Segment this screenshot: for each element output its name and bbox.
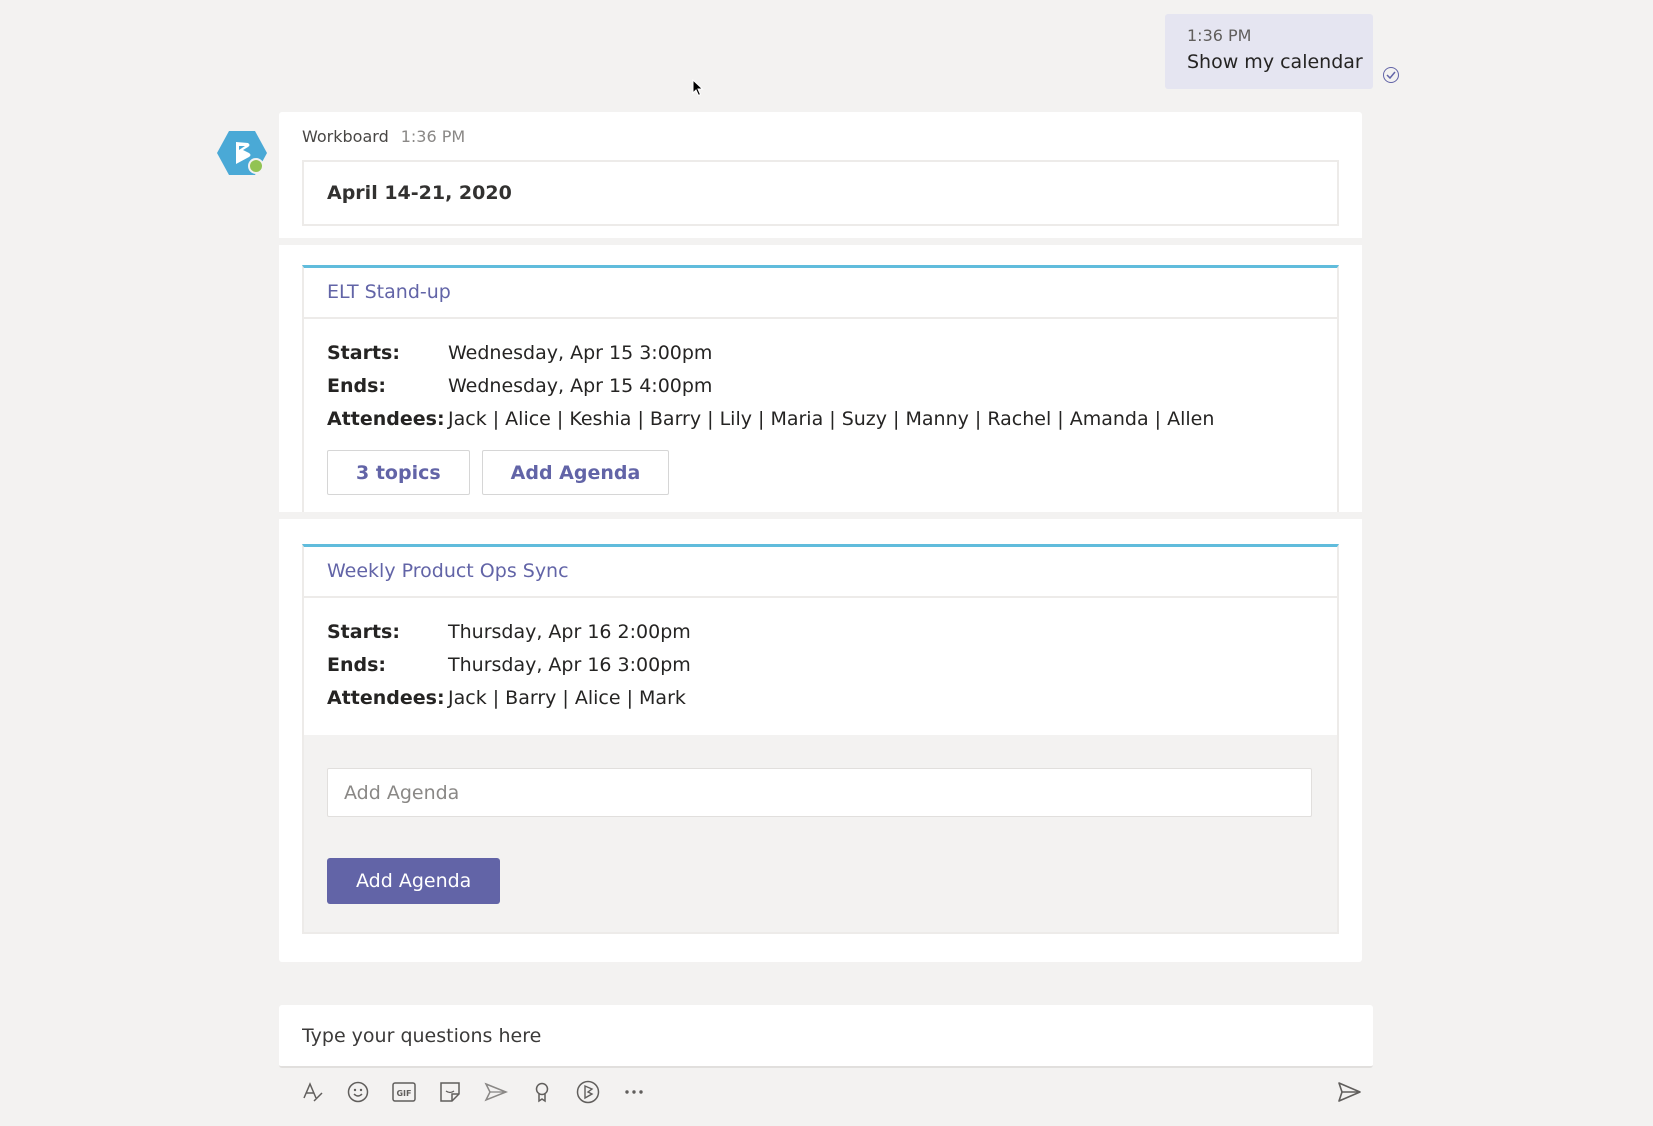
topics-button[interactable]: 3 topics <box>327 450 470 495</box>
starts-label: Starts: <box>327 621 400 643</box>
user-message-text: Show my calendar <box>1187 51 1363 73</box>
message-input[interactable] <box>279 1005 1373 1066</box>
card-divider <box>279 512 1362 519</box>
starts-value: Wednesday, Apr 15 3:00pm <box>448 342 713 364</box>
emoji-icon[interactable] <box>342 1076 374 1108</box>
event-starts-row: Starts: Thursday, Apr 16 2:00pm <box>327 616 1314 649</box>
send-icon[interactable] <box>1333 1076 1365 1108</box>
add-agenda-submit-button[interactable]: Add Agenda <box>327 858 501 904</box>
event-attendees-row: Attendees: Jack | Barry | Alice | Mark <box>327 682 1314 715</box>
bot-message-card: Workboard 1:36 PM April 14-21, 2020 ELT S… <box>279 112 1362 962</box>
starts-value: Thursday, Apr 16 2:00pm <box>448 621 691 643</box>
event-ends-row: Ends: Thursday, Apr 16 3:00pm <box>327 649 1314 682</box>
svg-text:GIF: GIF <box>396 1089 411 1098</box>
date-range-heading: April 14-21, 2020 <box>302 160 1339 226</box>
workboard-app-icon[interactable] <box>572 1076 604 1108</box>
attendees-label: Attendees: <box>327 408 445 430</box>
praise-icon[interactable] <box>526 1076 558 1108</box>
compose-toolbar: GIF <box>296 1076 664 1108</box>
ends-label: Ends: <box>327 375 387 397</box>
more-options-icon[interactable] <box>618 1076 650 1108</box>
bot-message-time: 1:36 PM <box>400 127 466 146</box>
add-agenda-button[interactable]: Add Agenda <box>481 450 670 495</box>
event-title[interactable]: ELT Stand-up <box>304 268 1337 319</box>
sticker-icon[interactable] <box>434 1076 466 1108</box>
gif-icon[interactable]: GIF <box>388 1076 420 1108</box>
event-title[interactable]: Weekly Product Ops Sync <box>304 547 1337 598</box>
event-ends-row: Ends: Wednesday, Apr 15 4:00pm <box>327 370 1314 403</box>
ends-value: Thursday, Apr 16 3:00pm <box>448 654 691 676</box>
bot-message-header: Workboard 1:36 PM <box>302 126 465 148</box>
attendees-value: Jack | Alice | Keshia | Barry | Lily | M… <box>448 408 1215 430</box>
compose-box <box>279 1005 1373 1068</box>
ends-value: Wednesday, Apr 15 4:00pm <box>448 375 713 397</box>
user-message-time: 1:36 PM <box>1187 26 1252 45</box>
mouse-cursor-icon <box>692 79 704 97</box>
agenda-input[interactable] <box>327 768 1312 817</box>
format-icon[interactable] <box>296 1076 328 1108</box>
bot-sender-name: Workboard <box>302 127 389 146</box>
event-card-weekly-product-ops-sync: Weekly Product Ops Sync Starts: Thursday… <box>302 544 1339 934</box>
ends-label: Ends: <box>327 654 387 676</box>
presence-available-icon <box>248 158 264 174</box>
user-message-bubble: 1:36 PM Show my calendar <box>1165 14 1373 89</box>
add-agenda-form: Add Agenda <box>304 735 1337 932</box>
event-card-elt-standup: ELT Stand-up Starts: Wednesday, Apr 15 3… <box>302 265 1339 515</box>
attendees-label: Attendees: <box>327 687 445 709</box>
starts-label: Starts: <box>327 342 400 364</box>
card-divider <box>279 238 1362 245</box>
meet-now-icon[interactable] <box>480 1076 512 1108</box>
event-attendees-row: Attendees: Jack | Alice | Keshia | Barry… <box>327 403 1314 436</box>
event-starts-row: Starts: Wednesday, Apr 15 3:00pm <box>327 337 1314 370</box>
read-receipt-icon <box>1383 67 1399 83</box>
attendees-value: Jack | Barry | Alice | Mark <box>448 687 686 709</box>
